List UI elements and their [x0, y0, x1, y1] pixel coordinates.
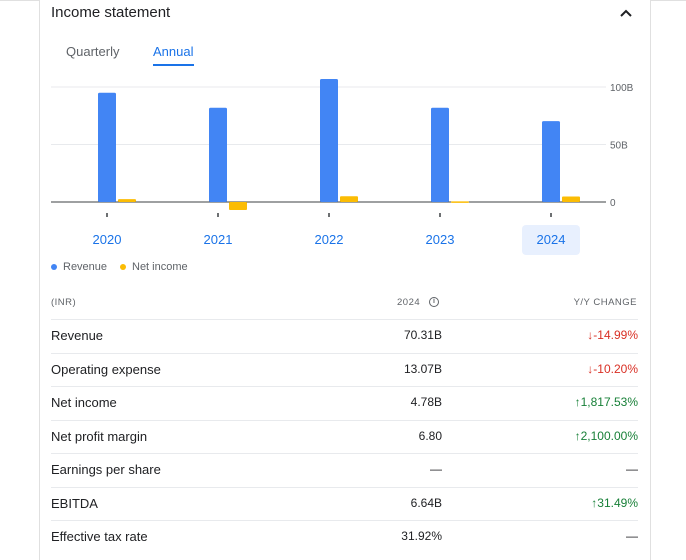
change-value: 2,100.00% [580, 428, 638, 443]
row-label: Effective tax rate [51, 529, 148, 544]
row-value: — [430, 462, 442, 476]
net-income-bar [340, 196, 358, 202]
revenue-bar [98, 92, 116, 202]
row-value: 6.80 [418, 428, 442, 443]
row-value: 4.78B [410, 395, 442, 409]
row-change: — [626, 529, 638, 543]
row-value: 31.92% [401, 529, 442, 543]
change-value: -14.99% [593, 328, 638, 342]
col-header-yoy: Y/Y CHANGE [573, 297, 637, 308]
change-value: — [626, 462, 638, 476]
row-change: ↓-10.20% [587, 362, 638, 376]
y-tick-label: 50B [610, 141, 628, 152]
table-row: Revenue 70.31B ↓-14.99% [51, 319, 638, 353]
row-change: — [626, 462, 638, 476]
change-value: 31.49% [597, 495, 638, 510]
row-change: ↑31.49% [591, 496, 638, 510]
row-label: Revenue [51, 328, 104, 343]
row-value: 13.07B [403, 361, 442, 376]
change-value: — [626, 529, 638, 543]
revenue-dot [51, 264, 57, 270]
net-income-bar [118, 199, 136, 202]
legend-revenue-label: Revenue [63, 261, 108, 273]
row-change: ↑1,817.53% [575, 395, 638, 409]
info-icon[interactable]: i [429, 297, 439, 307]
row-change: ↓-14.99% [587, 328, 638, 342]
income-chart: 100B 50B 0 [51, 78, 634, 217]
col-header-year: 2024 [397, 297, 421, 308]
year-button-2023[interactable]: 2023 [411, 225, 469, 255]
net-income-bar [229, 202, 247, 211]
year-button-2021[interactable]: 2021 [189, 225, 247, 255]
table-row: Operating expense 13.07B ↓-10.20% [51, 352, 638, 387]
revenue-bar [320, 78, 338, 202]
change-value: -10.20% [593, 361, 638, 376]
table-row: Net income 4.78B ↑1,817.53% [51, 386, 638, 420]
y-tick-label: 100B [610, 83, 634, 94]
legend-net-income-label: Net income [132, 261, 188, 273]
revenue-bar [431, 107, 449, 202]
net-income-dot [120, 264, 126, 270]
legend-net-income: Net income [120, 261, 188, 273]
table-row: Net profit margin 6.80 ↑2,100.00% [51, 419, 638, 454]
net-income-bar [451, 201, 469, 203]
year-button-2024[interactable]: 2024 [522, 225, 580, 255]
legend-revenue: Revenue [51, 261, 107, 273]
row-label: Net income [51, 395, 117, 410]
row-label: Net profit margin [51, 428, 148, 444]
year-button-2020[interactable]: 2020 [78, 225, 136, 255]
revenue-bar [542, 121, 560, 202]
year-button-2022[interactable]: 2022 [300, 225, 358, 255]
row-value: 6.64B [410, 495, 442, 510]
row-value: 70.31B [403, 328, 442, 342]
y-tick-label: 0 [610, 198, 616, 209]
row-label: EBITDA [51, 495, 98, 511]
table-row: EBITDA 6.64B ↑31.49% [51, 486, 638, 521]
change-value: 1,817.53% [580, 395, 638, 409]
row-label: Operating expense [51, 361, 161, 377]
col-header-currency: (INR) [51, 297, 77, 308]
row-label: Earnings per share [51, 462, 161, 477]
table-row: Earnings per share — — [51, 453, 638, 487]
revenue-bar [209, 107, 227, 202]
net-income-bar [562, 196, 580, 202]
table-row: Effective tax rate 31.92% — [51, 520, 638, 554]
row-change: ↑2,100.00% [575, 429, 638, 443]
